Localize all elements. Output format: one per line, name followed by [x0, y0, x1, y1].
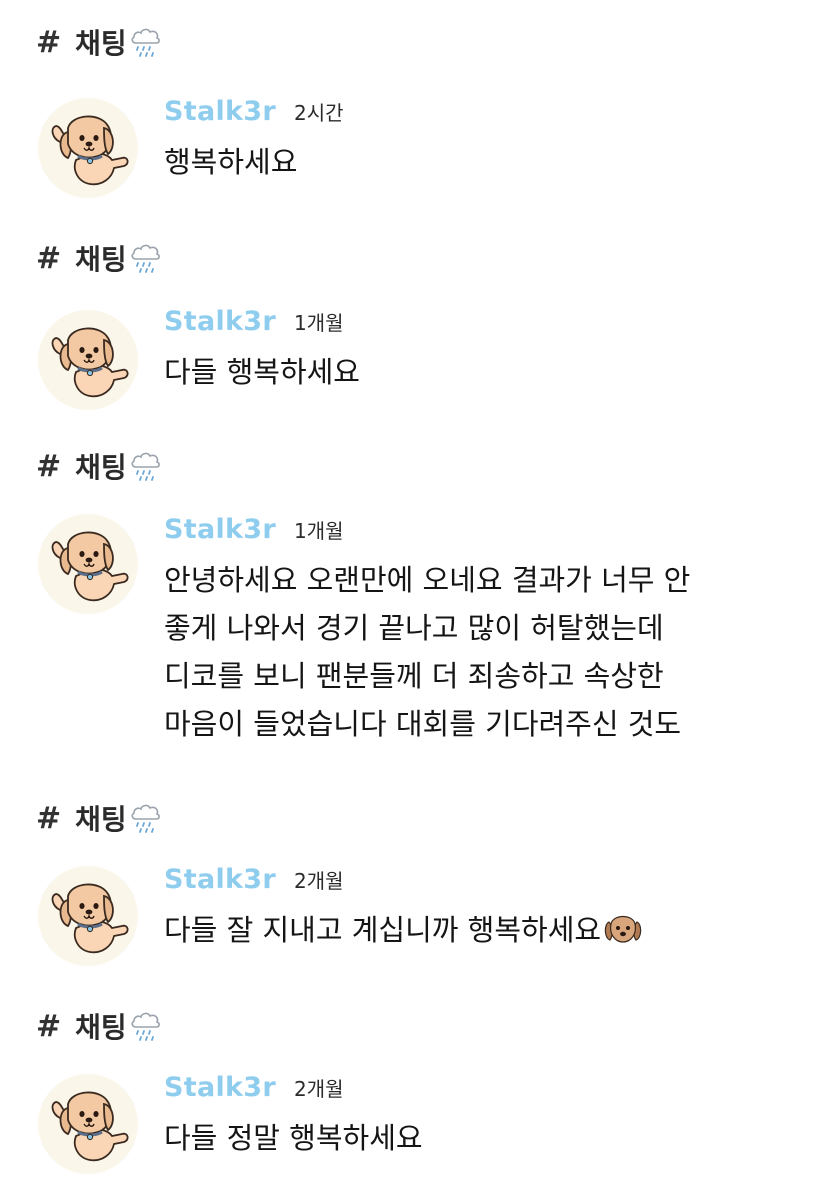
author-name[interactable]: Stalk3r	[164, 864, 276, 895]
timestamp: 2시간	[294, 101, 344, 125]
channel-name: 채팅	[75, 27, 127, 60]
channel-name: 채팅	[75, 243, 127, 276]
avatar[interactable]	[38, 310, 138, 410]
hash-icon: #	[36, 448, 62, 484]
message-text: 안녕하세요 오랜만에 오네요 결과가 너무 안 좋게 나와서 경기 끝나고 많이…	[164, 563, 691, 741]
timestamp: 2개월	[294, 1077, 344, 1101]
author-name[interactable]: Stalk3r	[164, 306, 276, 337]
channel-name: 채팅	[75, 803, 127, 836]
timestamp: 1개월	[294, 519, 344, 543]
channel-name: 채팅	[75, 1011, 127, 1044]
channel-tag[interactable]: # 채팅	[36, 446, 163, 486]
channel-tag[interactable]: # 채팅	[36, 22, 163, 62]
message-text: 다들 잘 지내고 계십니까 행복하세요	[164, 906, 781, 954]
avatar[interactable]	[38, 1074, 138, 1174]
author-name[interactable]: Stalk3r	[164, 1072, 276, 1103]
channel-tag[interactable]: # 채팅	[36, 798, 163, 838]
avatar[interactable]	[38, 98, 138, 198]
message-text: 다들 행복하세요	[164, 355, 360, 389]
message-body: 다들 잘 지내고 계십니까 행복하세요	[164, 913, 602, 947]
timestamp: 1개월	[294, 311, 344, 335]
author-name[interactable]: Stalk3r	[164, 514, 276, 545]
avatar[interactable]	[38, 866, 138, 966]
cloud-rain-icon	[129, 449, 163, 483]
hash-icon: #	[36, 800, 62, 836]
cloud-rain-icon	[129, 1009, 163, 1043]
cloud-rain-icon	[129, 801, 163, 835]
timestamp: 2개월	[294, 869, 344, 893]
message-text: 행복하세요	[164, 145, 298, 179]
cloud-rain-icon	[129, 25, 163, 59]
message-text: 다들 정말 행복하세요	[164, 1121, 423, 1155]
channel-tag[interactable]: # 채팅	[36, 238, 163, 278]
channel-name: 채팅	[75, 451, 127, 484]
author-name[interactable]: Stalk3r	[164, 96, 276, 127]
hash-icon: #	[36, 1008, 62, 1044]
dog-face-emoji-icon	[601, 908, 645, 948]
channel-tag[interactable]: # 채팅	[36, 1006, 163, 1046]
hash-icon: #	[36, 24, 62, 60]
avatar[interactable]	[38, 514, 138, 614]
cloud-rain-icon	[129, 241, 163, 275]
hash-icon: #	[36, 240, 62, 276]
